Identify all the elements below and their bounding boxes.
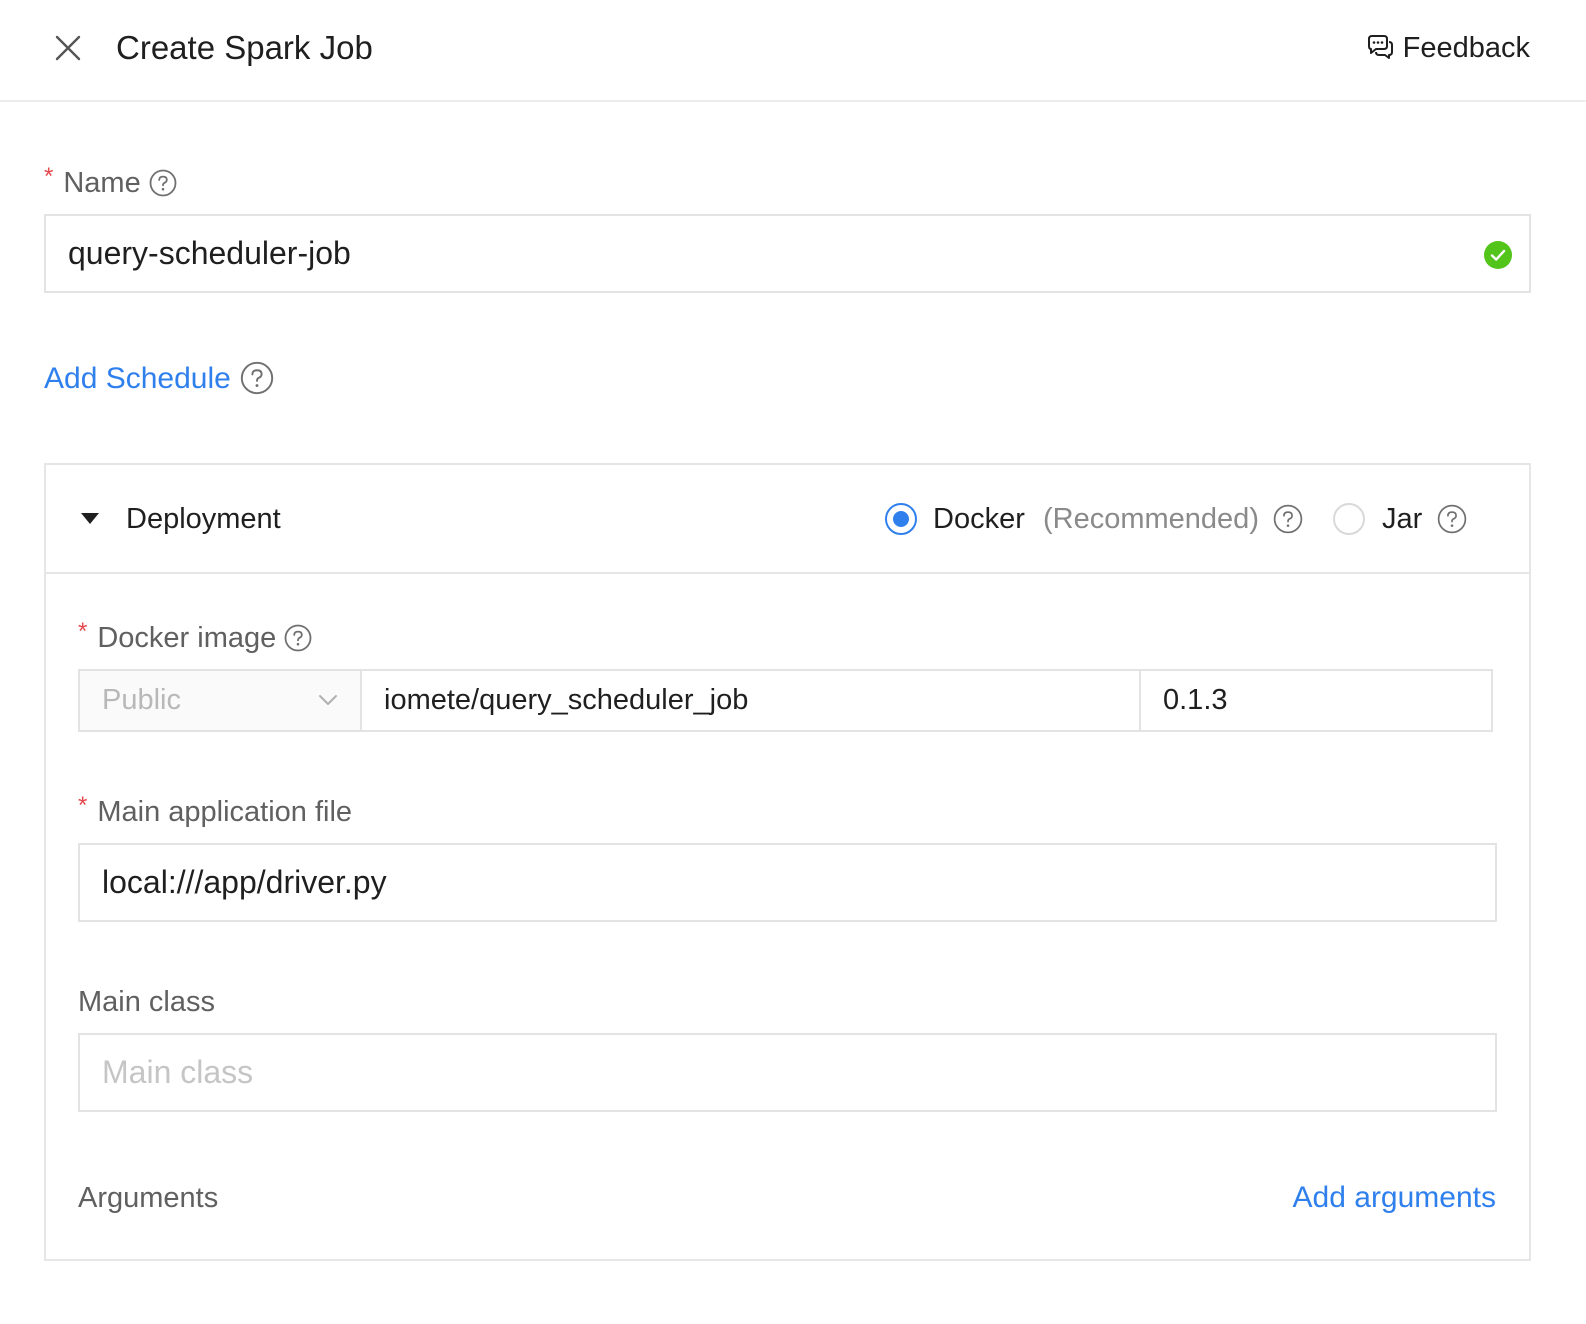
page-title: Create Spark Job bbox=[116, 29, 373, 66]
caret-down-icon[interactable] bbox=[80, 511, 100, 525]
main-class-placeholder: Main class bbox=[102, 1054, 254, 1090]
docker-tag-value: 0.1.3 bbox=[1163, 684, 1228, 716]
close-icon bbox=[55, 35, 81, 61]
docker-image-input[interactable]: iomete/query_scheduler_job bbox=[360, 669, 1141, 732]
arguments-label: Arguments bbox=[78, 1182, 219, 1214]
add-arguments-link[interactable]: Add arguments bbox=[1293, 1180, 1496, 1216]
docker-option-label[interactable]: Docker bbox=[933, 501, 1025, 537]
help-icon[interactable] bbox=[284, 624, 312, 652]
jar-option-label[interactable]: Jar bbox=[1382, 501, 1422, 537]
help-icon[interactable] bbox=[149, 169, 177, 197]
add-schedule-link[interactable]: Add Schedule bbox=[44, 361, 231, 397]
required-marker: * bbox=[78, 792, 88, 819]
add-schedule-help-icon[interactable] bbox=[240, 361, 274, 400]
main-app-file-label-row: * Main application file bbox=[78, 794, 352, 830]
docker-radio[interactable] bbox=[885, 503, 917, 535]
arguments-label-row: Arguments bbox=[78, 1180, 218, 1216]
required-marker: * bbox=[78, 618, 88, 645]
name-input[interactable]: query-scheduler-job bbox=[44, 214, 1531, 293]
jar-help-icon[interactable] bbox=[1437, 504, 1467, 539]
main-app-file-input[interactable]: local:///app/driver.py bbox=[78, 843, 1497, 922]
registry-select-value: Public bbox=[102, 684, 181, 716]
feedback-button[interactable]: Feedback bbox=[1365, 28, 1530, 68]
docker-tag-input[interactable]: 0.1.3 bbox=[1139, 669, 1493, 732]
deployment-title: Deployment bbox=[126, 503, 281, 535]
deployment-header[interactable]: Deployment Docker (Recommended) Jar bbox=[46, 465, 1529, 574]
main-class-input[interactable]: Main class bbox=[78, 1033, 1497, 1112]
main-app-file-value: local:///app/driver.py bbox=[102, 864, 387, 900]
main-class-label: Main class bbox=[78, 986, 215, 1018]
main-class-label-row: Main class bbox=[78, 984, 215, 1020]
docker-image-label-row: * Docker image bbox=[78, 620, 312, 656]
feedback-label: Feedback bbox=[1402, 32, 1530, 64]
check-circle-icon bbox=[1484, 241, 1512, 269]
name-label: Name bbox=[63, 167, 141, 199]
docker-recommended-note: (Recommended) bbox=[1043, 503, 1259, 535]
docker-image-value: iomete/query_scheduler_job bbox=[384, 684, 749, 716]
close-button[interactable] bbox=[48, 28, 88, 68]
name-input-value: query-scheduler-job bbox=[68, 235, 351, 271]
name-label-row: * Name bbox=[44, 165, 177, 201]
jar-radio[interactable] bbox=[1333, 503, 1365, 535]
required-marker: * bbox=[44, 163, 54, 190]
docker-image-label: Docker image bbox=[97, 622, 277, 654]
main-app-file-label: Main application file bbox=[97, 796, 353, 828]
registry-select[interactable]: Public bbox=[78, 669, 362, 732]
chat-bubbles-icon bbox=[1367, 35, 1393, 59]
docker-help-icon[interactable] bbox=[1273, 504, 1303, 539]
chevron-down-icon bbox=[319, 695, 337, 705]
drawer-header: Create Spark Job Feedback bbox=[0, 0, 1586, 102]
